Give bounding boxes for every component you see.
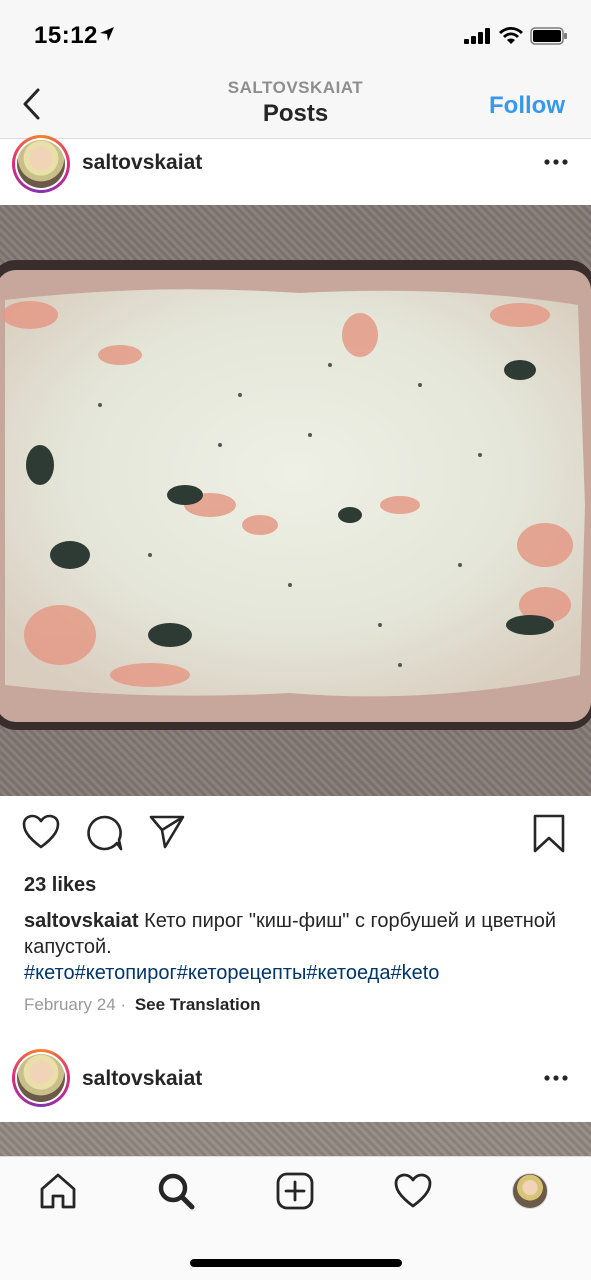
caption-username[interactable]: saltovskaiat [24,910,139,932]
post-header: saltovskaiat [0,135,591,206]
post-photo[interactable] [0,205,591,796]
likes-count[interactable]: 23 likes [24,874,96,897]
battery-icon [530,27,567,45]
next-post-username[interactable]: saltovskaiat [82,1067,202,1091]
post-caption: saltovskaiat Кето пирог "киш-фиш" с горб… [24,908,569,986]
follow-button[interactable]: Follow [489,92,565,120]
location-arrow-icon [100,27,114,41]
more-options-icon[interactable] [544,1074,568,1082]
status-time: 15:12 [34,22,98,49]
next-post-photo[interactable] [0,1122,591,1156]
meta-separator: · [120,995,127,1014]
plus-square-icon[interactable] [275,1171,315,1211]
post-actions [0,814,591,854]
post-meta: February 24 · See Translation [24,995,260,1015]
wifi-icon [499,27,523,44]
home-indicator [190,1259,402,1267]
send-icon[interactable] [148,814,186,850]
avatar[interactable] [12,1049,70,1107]
status-bar: 15:12 [0,0,591,70]
profile-avatar[interactable] [512,1173,548,1209]
nav-bar: SALTOVSKAIAT Posts Follow [0,70,591,139]
cellular-signal-icon [464,28,490,44]
avatar[interactable] [12,135,70,193]
search-icon[interactable] [156,1171,196,1211]
bookmark-icon[interactable] [532,814,566,854]
more-options-icon[interactable] [544,158,568,166]
post-date: February 24 [24,995,116,1014]
home-icon[interactable] [38,1171,78,1211]
comment-icon[interactable] [86,814,124,852]
heart-icon[interactable] [393,1171,433,1211]
see-translation-link[interactable]: See Translation [135,995,261,1014]
caption-hashtags[interactable]: #кето#кетопирог#кеторецепты#кетоеда#keto [24,962,439,984]
post-username[interactable]: saltovskaiat [82,151,202,175]
heart-icon[interactable] [22,814,60,850]
next-post-header: saltovskaiat [0,1046,591,1112]
